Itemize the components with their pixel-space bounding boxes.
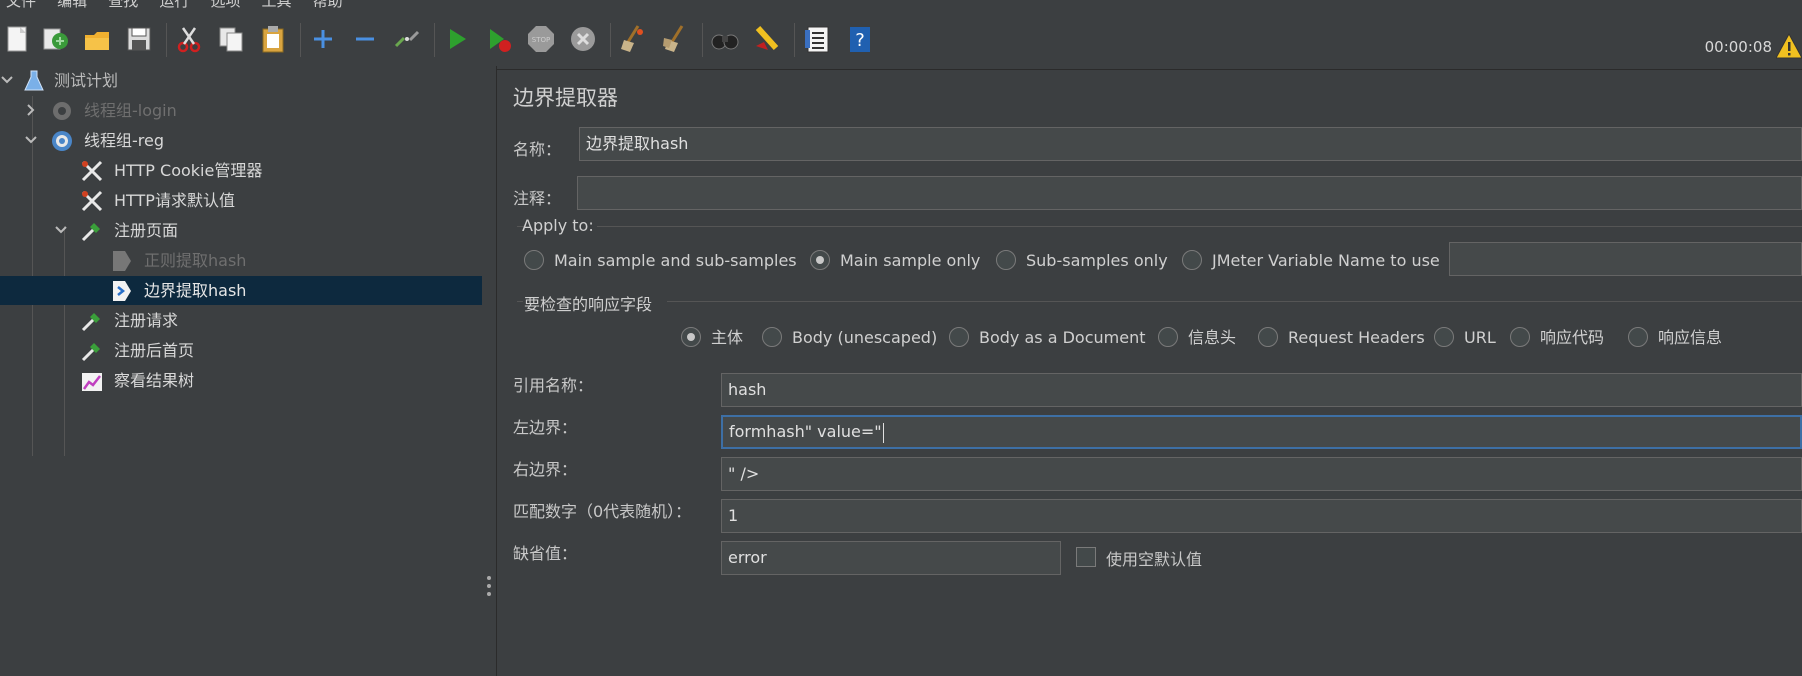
pipette-icon xyxy=(81,313,100,332)
left-boundary-label: 左边界： xyxy=(513,418,578,437)
cut-icon[interactable] xyxy=(172,22,206,56)
name-field[interactable]: 边界提取hash xyxy=(579,127,1802,161)
start-no-pause-icon[interactable] xyxy=(482,22,516,56)
right-boundary-label: 右边界： xyxy=(513,460,578,479)
function-helper-icon[interactable] xyxy=(800,22,834,56)
ref-name-label: 引用名称： xyxy=(513,376,594,395)
default-value-field[interactable]: error xyxy=(721,541,1061,575)
pipette-icon xyxy=(81,343,100,362)
chevron-down-icon[interactable] xyxy=(0,73,14,87)
radio-button[interactable] xyxy=(996,250,1016,270)
search-icon[interactable] xyxy=(708,22,742,56)
flask-icon xyxy=(24,70,44,91)
gear-icon xyxy=(52,131,72,151)
extractor-icon xyxy=(113,281,131,301)
reset-search-icon[interactable] xyxy=(750,22,784,56)
svg-text:?: ? xyxy=(855,30,865,51)
clear-icon[interactable] xyxy=(616,22,650,56)
copy-icon[interactable] xyxy=(214,22,248,56)
expand-icon[interactable] xyxy=(306,22,340,56)
open-icon[interactable] xyxy=(80,22,114,56)
templates-icon[interactable] xyxy=(38,22,72,56)
use-empty-default-checkbox[interactable] xyxy=(1076,547,1096,567)
radio-button[interactable] xyxy=(1434,327,1454,347)
chevron-down-icon[interactable] xyxy=(54,223,68,237)
radio-button[interactable] xyxy=(524,250,544,270)
radio-button[interactable] xyxy=(1628,327,1648,347)
extractor-icon xyxy=(113,251,131,271)
left-boundary-field[interactable]: formhash" value=" xyxy=(721,415,1802,449)
right-boundary-field[interactable]: " /> xyxy=(721,457,1802,491)
jmeter-variable-field[interactable] xyxy=(1449,242,1802,276)
radio-button[interactable] xyxy=(1182,250,1202,270)
left-boundary-value: formhash" value=" xyxy=(729,422,882,441)
graph-icon xyxy=(82,373,102,391)
toolbar: STOP ? 00:00:08 xyxy=(0,9,1802,70)
radio-button-selected[interactable] xyxy=(810,250,830,270)
collapse-icon[interactable] xyxy=(348,22,382,56)
toggle-icon[interactable] xyxy=(390,22,424,56)
boundary-extractor-panel: 边界提取器 名称： 边界提取hash 注释： Apply to: Main sa… xyxy=(497,66,1802,676)
comment-field[interactable] xyxy=(577,176,1802,210)
chevron-right-icon[interactable] xyxy=(24,103,38,117)
ref-name-field[interactable]: hash xyxy=(721,373,1802,407)
apply-to-label: Apply to: xyxy=(522,216,594,235)
save-icon[interactable] xyxy=(122,22,156,56)
help-icon[interactable]: ? xyxy=(842,22,876,56)
clear-all-icon[interactable] xyxy=(658,22,692,56)
name-label: 名称： xyxy=(513,140,562,159)
splitter-grip[interactable] xyxy=(487,576,491,606)
shutdown-icon[interactable] xyxy=(566,22,600,56)
gear-icon xyxy=(53,102,71,120)
chevron-down-icon[interactable] xyxy=(24,133,38,147)
radio-button[interactable] xyxy=(1258,327,1278,347)
stop-icon[interactable]: STOP xyxy=(524,22,558,56)
radio-button[interactable] xyxy=(762,327,782,347)
menu-bar: 文件 编辑 查找 运行 选项 工具 帮助 xyxy=(0,0,1802,10)
panel-title: 边界提取器 xyxy=(513,86,618,110)
warning-icon[interactable] xyxy=(1776,32,1802,60)
new-icon[interactable] xyxy=(0,22,34,56)
tools-icon xyxy=(81,190,103,212)
radio-button-selected[interactable] xyxy=(681,327,701,347)
match-no-field[interactable]: 1 xyxy=(721,499,1802,533)
radio-button[interactable] xyxy=(949,327,969,347)
elapsed-timer: 00:00:08 xyxy=(1704,38,1772,56)
svg-text:STOP: STOP xyxy=(532,36,550,44)
paste-icon[interactable] xyxy=(256,22,290,56)
pipette-icon xyxy=(81,223,100,242)
tree-node-boundary-extractor[interactable]: 边界提取hash xyxy=(0,276,482,305)
default-value-label: 缺省值： xyxy=(513,544,578,563)
tools-icon xyxy=(81,160,103,182)
response-field-label: 要检查的响应字段 xyxy=(524,295,653,314)
match-no-label: 匹配数字（0代表随机）： xyxy=(513,502,692,521)
use-empty-default-label: 使用空默认值 xyxy=(1106,550,1203,569)
radio-button[interactable] xyxy=(1510,327,1530,347)
comment-label: 注释： xyxy=(513,189,562,208)
start-icon[interactable] xyxy=(440,22,474,56)
test-plan-tree: 测试计划 线程组-login 线程组-reg HTTP Cookie管理器 HT… xyxy=(0,66,483,676)
radio-button[interactable] xyxy=(1158,327,1178,347)
splitter[interactable] xyxy=(482,66,497,676)
